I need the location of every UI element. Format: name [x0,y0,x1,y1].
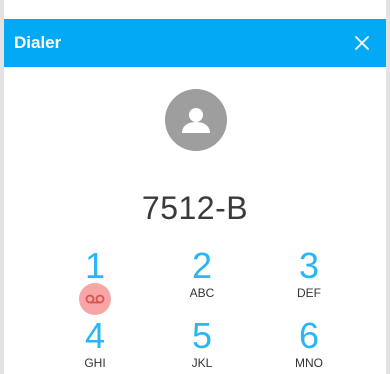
key-4-digit: 4 [84,315,106,356]
key-6[interactable]: 6 MNO [264,315,354,371]
key-5[interactable]: 5 JKL [157,315,247,371]
close-button[interactable] [348,29,376,57]
key-4-letters: GHI [84,356,106,370]
title-bar: Dialer [4,19,386,67]
key-3-letters: DEF [297,286,321,300]
avatar [165,89,227,151]
key-5-digit: 5 [191,315,213,356]
key-5-letters: JKL [191,356,213,370]
window-top-strip [0,0,390,19]
person-icon [182,108,210,133]
voicemail-button[interactable] [79,283,111,315]
window-right-border [386,0,390,374]
key-3-digit: 3 [298,245,320,286]
key-1-digit: 1 [84,245,106,286]
key-2[interactable]: 2 ABC [157,245,247,301]
key-4[interactable]: 4 GHI [50,315,140,371]
key-1[interactable]: 1 [50,248,140,284]
page-title: Dialer [14,33,62,52]
dialed-number: 7512-B [141,190,249,226]
key-2-letters: ABC [189,286,215,300]
voicemail-icon [85,294,105,304]
key-6-letters: MNO [295,356,323,370]
key-3[interactable]: 3 DEF [264,245,354,301]
close-icon [355,36,369,50]
key-6-digit: 6 [298,315,320,356]
dialer-window: Dialer 7512-B 1 2 ABC 3 DEF 4 GHI 5 JKL … [0,0,390,374]
key-2-digit: 2 [191,245,213,286]
